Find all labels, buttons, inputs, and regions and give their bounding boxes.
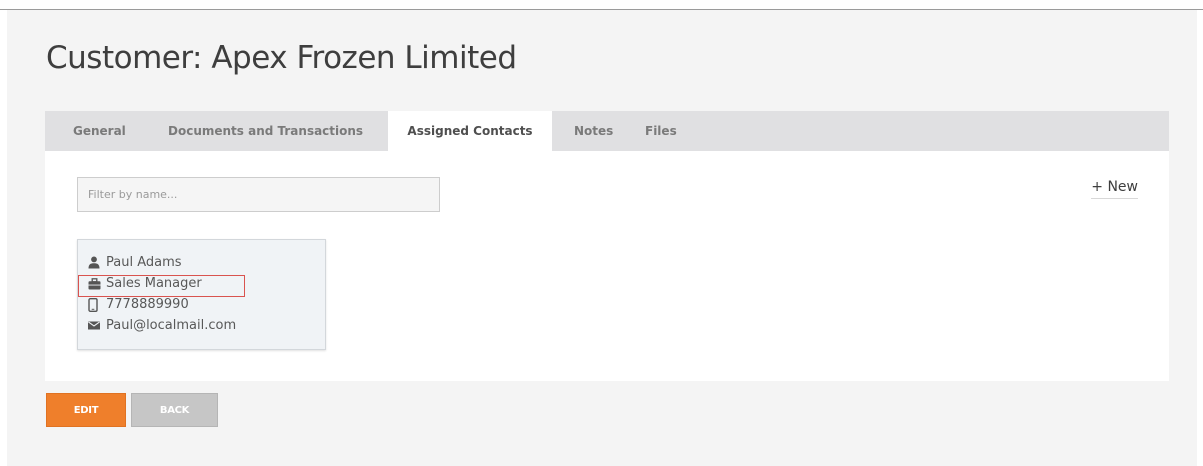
tab-general[interactable]: General xyxy=(73,111,126,151)
page-title: Customer: Apex Frozen Limited xyxy=(46,40,517,76)
envelope-icon xyxy=(88,321,101,330)
tab-documents-and-transactions[interactable]: Documents and Transactions xyxy=(168,111,363,151)
tab-assigned-contacts[interactable]: Assigned Contacts xyxy=(388,111,552,151)
edit-button[interactable]: EDIT xyxy=(46,393,126,427)
contact-phone: 7778889990 xyxy=(106,297,189,312)
highlight-box xyxy=(78,275,245,297)
contact-card[interactable]: Paul Adams Sales Manager 7778889990 Paul… xyxy=(77,239,326,350)
page-container: Customer: Apex Frozen Limited General Do… xyxy=(7,10,1197,466)
filter-by-name-input[interactable] xyxy=(77,177,440,212)
back-button[interactable]: BACK xyxy=(131,393,218,427)
contact-email: Paul@localmail.com xyxy=(106,318,237,333)
contact-name-row: Paul Adams xyxy=(88,253,182,273)
contact-email-row: Paul@localmail.com xyxy=(88,316,236,336)
assigned-contacts-panel: + New Paul Adams Sales Manag xyxy=(45,151,1169,381)
mobile-phone-icon xyxy=(88,297,101,312)
tab-bar: General Documents and Transactions Assig… xyxy=(45,111,1169,151)
tab-notes[interactable]: Notes xyxy=(574,111,613,151)
top-border xyxy=(0,0,1203,10)
user-icon xyxy=(88,256,101,269)
contact-name: Paul Adams xyxy=(106,255,182,270)
contact-phone-row: 7778889990 xyxy=(88,295,189,315)
new-contact-button[interactable]: + New xyxy=(1091,179,1138,199)
tab-files[interactable]: Files xyxy=(645,111,677,151)
